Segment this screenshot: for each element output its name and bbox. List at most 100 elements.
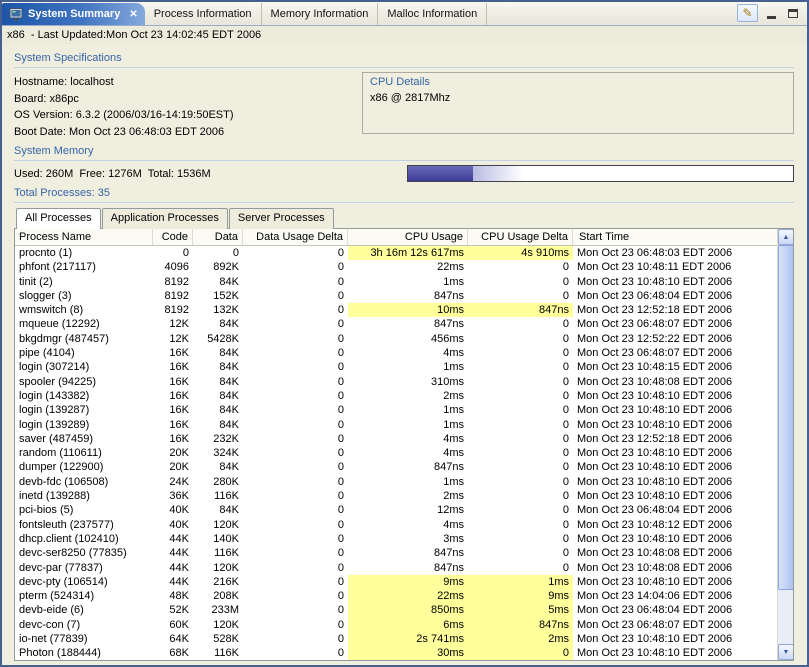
cell-cpu-usage: 2ms [348,489,468,503]
table-row[interactable]: dhcp.client (102410) 44K 140K 0 3ms 0 Mo… [15,532,777,546]
table-row[interactable]: io-net (77839) 64K 528K 0 2s 741ms 2ms M… [15,632,777,646]
cell-cpu-usage: 30ms [348,646,468,660]
table-row[interactable]: saver (487459) 16K 232K 0 4ms 0 Mon Oct … [15,432,777,446]
cpu-details-value: x86 @ 2817Mhz [370,92,786,104]
cell-code: 16K [153,389,193,403]
cell-data: 84K [193,389,243,403]
tab-server-processes[interactable]: Server Processes [229,208,334,229]
table-row[interactable]: procnto (1) 0 0 0 3h 16m 12s 617ms 4s 91… [15,246,777,260]
cell-data-usage-delta: 0 [243,546,348,560]
scroll-up-icon: ▲ [783,234,790,241]
cell-code: 68K [153,646,193,660]
table-row[interactable]: login (139289) 16K 84K 0 1ms 0 Mon Oct 2… [15,418,777,432]
table-row[interactable]: random (110611) 20K 324K 0 4ms 0 Mon Oct… [15,446,777,460]
cell-code: 8192 [153,303,193,317]
memory-bar-used [408,166,473,181]
minimize-button[interactable] [762,5,780,21]
cell-data: 84K [193,503,243,517]
table-row[interactable]: pci-bios (5) 40K 84K 0 12ms 0 Mon Oct 23… [15,503,777,517]
cell-code: 8192 [153,289,193,303]
table-row[interactable]: pipe (4104) 16K 84K 0 4ms 0 Mon Oct 23 0… [15,346,777,360]
tab-application-processes[interactable]: Application Processes [102,208,228,229]
cell-process-name: spooler (94225) [15,375,153,389]
cell-data: 528K [193,632,243,646]
table-row[interactable]: slogger (3) 8192 152K 0 847ns 0 Mon Oct … [15,289,777,303]
maximize-button[interactable] [784,5,802,21]
table-row[interactable]: devb-fdc (106508) 24K 280K 0 1ms 0 Mon O… [15,475,777,489]
table-row[interactable]: devb-eide (6) 52K 233M 0 850ms 5ms Mon O… [15,603,777,617]
cell-code: 16K [153,432,193,446]
cell-cpu-usage: 9ms [348,575,468,589]
maximize-icon [788,9,798,18]
cell-process-name: Photon (188444) [15,646,153,660]
log-settings-button[interactable]: ✎ [737,4,758,22]
table-row[interactable]: login (139287) 16K 84K 0 1ms 0 Mon Oct 2… [15,403,777,417]
tab-all-processes[interactable]: All Processes [16,208,101,229]
cell-start-time: Mon Oct 23 10:48:10 EDT 2006 [573,418,777,432]
cell-process-name: io-net (77839) [15,632,153,646]
table-row[interactable]: fontsleuth (237577) 40K 120K 0 4ms 0 Mon… [15,518,777,532]
cell-data-usage-delta: 0 [243,303,348,317]
col-header-data-usage-delta[interactable]: Data Usage Delta [243,229,348,245]
scroll-up-button[interactable]: ▲ [778,229,794,245]
cell-data: 84K [193,418,243,432]
col-header-process-name[interactable]: Process Name [15,229,153,245]
table-row[interactable]: mqueue (12292) 12K 84K 0 847ns 0 Mon Oct… [15,317,777,331]
table-row[interactable]: spooler (94225) 16K 84K 0 310ms 0 Mon Oc… [15,375,777,389]
cell-cpu-usage: 1ms [348,475,468,489]
cell-process-name: devc-ser8250 (77835) [15,546,153,560]
table-row[interactable]: devc-con (7) 60K 120K 0 6ms 847ns Mon Oc… [15,618,777,632]
cell-cpu-usage: 3h 16m 12s 617ms [348,246,468,260]
system-memory-section: Used: 260M Free: 1276M Total: 1536M [14,165,794,182]
col-header-code[interactable]: Code [153,229,193,245]
scrollbar-thumb[interactable] [778,245,794,590]
cell-cpu-usage-delta: 0 [468,389,573,403]
tab-system-summary[interactable]: System Summary ✕ [2,3,145,25]
col-header-start-time[interactable]: Start Time [573,229,777,245]
cell-cpu-usage: 847ns [348,289,468,303]
cell-code: 16K [153,360,193,374]
table-row[interactable]: devc-pty (106514) 44K 216K 0 9ms 1ms Mon… [15,575,777,589]
table-row[interactable]: bkgdmgr (487457) 12K 5428K 0 456ms 0 Mon… [15,332,777,346]
tab-malloc-information[interactable]: Malloc Information [378,3,487,25]
cell-cpu-usage: 6ms [348,618,468,632]
col-header-cpu-usage-delta[interactable]: CPU Usage Delta [468,229,573,245]
table-row[interactable]: dumper (122900) 20K 84K 0 847ns 0 Mon Oc… [15,460,777,474]
table-row[interactable]: tinit (2) 8192 84K 0 1ms 0 Mon Oct 23 10… [15,275,777,289]
cell-start-time: Mon Oct 23 10:48:10 EDT 2006 [573,489,777,503]
table-row[interactable]: pterm (524314) 48K 208K 0 22ms 9ms Mon O… [15,589,777,603]
scroll-down-button[interactable]: ▼ [778,644,794,660]
close-icon[interactable]: ✕ [129,9,137,20]
table-row[interactable]: devc-ser8250 (77835) 44K 116K 0 847ns 0 … [15,546,777,560]
table-row[interactable]: devc-par (77837) 44K 120K 0 847ns 0 Mon … [15,561,777,575]
table-row[interactable]: login (307214) 16K 84K 0 1ms 0 Mon Oct 2… [15,360,777,374]
table-row[interactable]: phfont (217117) 4096 892K 0 22ms 0 Mon O… [15,260,777,274]
cell-process-name: login (143382) [15,389,153,403]
cell-code: 44K [153,561,193,575]
table-row[interactable]: wmswitch (8) 8192 132K 0 10ms 847ns Mon … [15,303,777,317]
cell-cpu-usage: 456ms [348,332,468,346]
cell-data-usage-delta: 0 [243,332,348,346]
cell-cpu-usage-delta: 847ns [468,303,573,317]
col-header-cpu-usage[interactable]: CPU Usage [348,229,468,245]
cell-start-time: Mon Oct 23 10:48:08 EDT 2006 [573,375,777,389]
cell-data: 208K [193,589,243,603]
cell-process-name: random (110611) [15,446,153,460]
cell-process-name: devb-fdc (106508) [15,475,153,489]
cell-data-usage-delta: 0 [243,589,348,603]
cell-cpu-usage: 12ms [348,503,468,517]
table-row[interactable]: login (143382) 16K 84K 0 2ms 0 Mon Oct 2… [15,389,777,403]
tab-process-information[interactable]: Process Information [145,3,262,25]
cell-data-usage-delta: 0 [243,646,348,660]
cell-data: 84K [193,317,243,331]
cell-code: 64K [153,632,193,646]
col-header-data[interactable]: Data [193,229,243,245]
tab-label: Memory Information [271,8,369,20]
cell-data-usage-delta: 0 [243,618,348,632]
cell-data: 216K [193,575,243,589]
vertical-scrollbar[interactable]: ▲ ▼ [777,229,793,660]
tab-memory-information[interactable]: Memory Information [262,3,379,25]
table-row[interactable]: Photon (188444) 68K 116K 0 30ms 0 Mon Oc… [15,646,777,660]
table-row[interactable]: inetd (139288) 36K 116K 0 2ms 0 Mon Oct … [15,489,777,503]
cell-data: 84K [193,403,243,417]
